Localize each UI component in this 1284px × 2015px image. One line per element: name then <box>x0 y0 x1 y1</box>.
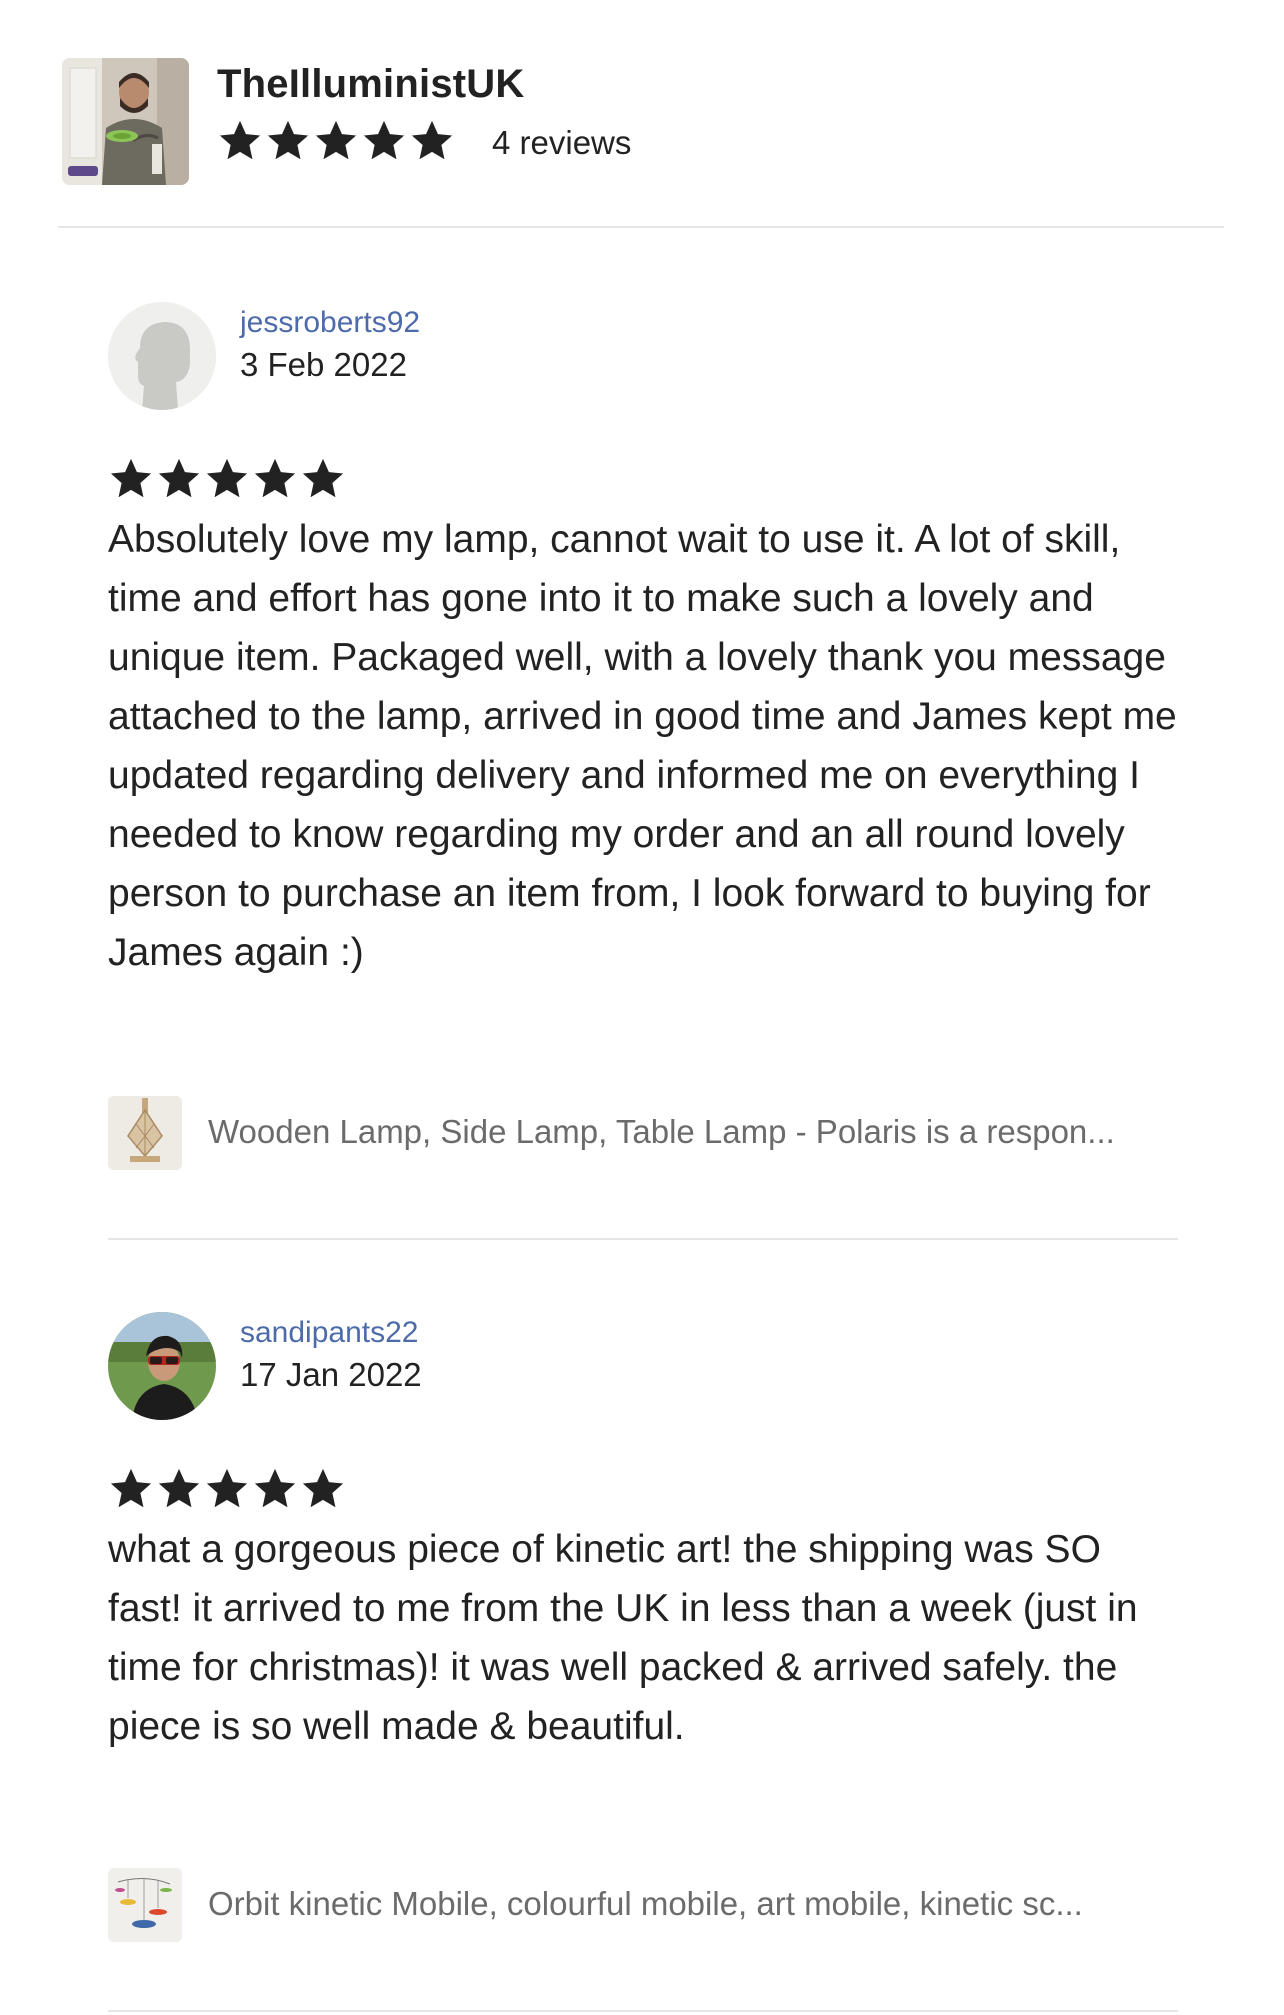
star-icon <box>110 1468 152 1508</box>
star-icon <box>219 120 261 160</box>
star-icon <box>254 1468 296 1508</box>
reviewer-name[interactable]: sandipants22 <box>240 1316 418 1350</box>
review-date: 3 Feb 2022 <box>240 346 407 383</box>
review-divider <box>108 2010 1178 2012</box>
star-icon <box>158 1468 200 1508</box>
item-title[interactable]: Wooden Lamp, Side Lamp, Table Lamp - Pol… <box>208 1113 1178 1151</box>
review-rating-stars <box>108 456 346 502</box>
star-icon <box>206 1468 248 1508</box>
shop-owner-photo-icon <box>62 58 189 185</box>
review-divider <box>108 1238 1178 1240</box>
reviewer-avatar[interactable] <box>108 302 216 410</box>
star-icon <box>267 120 309 160</box>
shop-rating-stars <box>217 118 455 164</box>
shop-review-count[interactable]: 4 reviews <box>492 124 631 162</box>
star-icon <box>411 120 453 160</box>
star-icon <box>302 1468 344 1508</box>
star-icon <box>110 458 152 498</box>
shop-header: TheIlluministUK 4 reviews <box>62 58 1222 188</box>
review-text: what a gorgeous piece of kinetic art! th… <box>108 1528 1138 1748</box>
star-icon <box>254 458 296 498</box>
purchased-item-link[interactable]: Orbit kinetic Mobile, colourful mobile, … <box>108 1868 1178 1942</box>
star-icon <box>302 458 344 498</box>
purchased-item-link[interactable]: Wooden Lamp, Side Lamp, Table Lamp - Pol… <box>108 1096 1178 1170</box>
star-icon <box>363 120 405 160</box>
star-icon <box>206 458 248 498</box>
reviewer-photo-icon <box>108 1312 216 1420</box>
review-text: Absolutely love my lamp, cannot wait to … <box>108 518 1177 974</box>
default-avatar-icon <box>108 302 216 410</box>
shop-avatar[interactable] <box>62 58 189 185</box>
item-title[interactable]: Orbit kinetic Mobile, colourful mobile, … <box>208 1885 1178 1923</box>
review-date: 17 Jan 2022 <box>240 1356 422 1393</box>
star-icon <box>315 120 357 160</box>
header-divider <box>58 226 1224 228</box>
reviewer-avatar[interactable] <box>108 1312 216 1420</box>
shop-name[interactable]: TheIlluministUK <box>217 62 524 107</box>
item-thumbnail[interactable] <box>108 1868 182 1942</box>
item-thumbnail[interactable] <box>108 1096 182 1170</box>
review-rating-stars <box>108 1466 346 1512</box>
wooden-lamp-thumbnail-icon <box>108 1096 182 1170</box>
reviewer-name[interactable]: jessroberts92 <box>240 306 420 340</box>
star-icon <box>158 458 200 498</box>
kinetic-mobile-thumbnail-icon <box>108 1868 182 1942</box>
